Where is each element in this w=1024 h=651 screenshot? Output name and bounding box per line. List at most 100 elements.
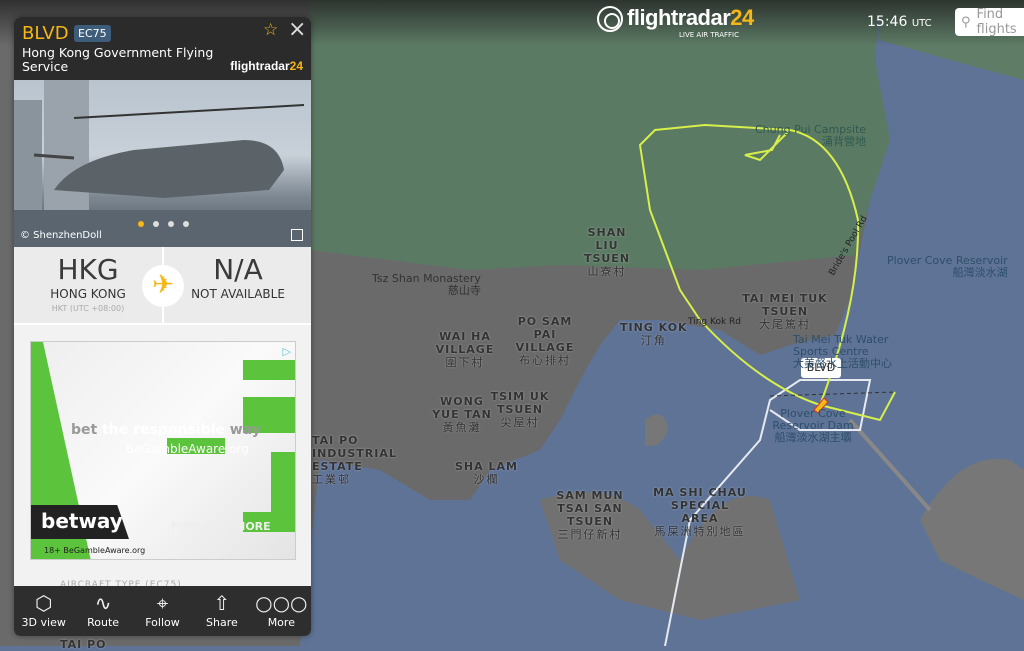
clock-unit: UTC [911, 18, 932, 29]
poi-campsite[interactable]: Chung Pui Campsite 涌背營地 [755, 124, 866, 148]
poi-zh: 大美督水上活動中心 [793, 357, 892, 370]
destination-airport: N/A NOT AVAILABLE [164, 247, 311, 301]
follow-button[interactable]: ⌖ Follow [133, 586, 192, 636]
3d-view-button[interactable]: ⬡ 3D view [14, 586, 73, 636]
place-en: PO SAM PAI VILLAGE [515, 315, 575, 354]
place-label: TAI PO [60, 638, 107, 651]
place-zh: 山寮村 [587, 265, 627, 278]
callsign: BLVD [22, 23, 69, 44]
route-info: HKG HONG KONG HKT (UTC +08:00) N/A NOT A… [14, 247, 311, 325]
favorite-star-lock-icon[interactable]: ☆ [263, 20, 278, 40]
route-button[interactable]: ∿ Route [73, 586, 132, 636]
place-en: TAI MEI TUK TSUEN [742, 292, 828, 318]
destination-city: NOT AVAILABLE [191, 287, 285, 301]
place-label: SAM MUN TSAI SAN TSUEN 三門仔新村 [540, 489, 640, 541]
poi-zh: 涌背營地 [822, 135, 867, 148]
ad-footer: 18+ BeGambleAware.org [44, 546, 146, 555]
place-zh: 尖屋村 [500, 416, 540, 429]
poi-monastery[interactable]: Tsz Shan Monastery 慈山寺 [372, 273, 481, 297]
origin-code: HKG [57, 253, 119, 286]
search-placeholder: Find flights [976, 7, 1017, 37]
poi-zh: 慈山寺 [447, 284, 481, 297]
place-en: WAI HA VILLAGE [435, 330, 495, 356]
tagline: LIVE AIR TRAFFIC [679, 31, 739, 39]
place-zh: 沙欄 [473, 473, 500, 486]
road-label: Ting Kok Rd [688, 317, 741, 327]
place-label: SHA LAM 沙欄 [455, 460, 518, 486]
aircraft-panel: BLVD EC75 Hong Kong Government Flying Se… [14, 17, 311, 636]
origin-city: HONG KONG [50, 287, 126, 301]
place-zh: 工業邨 [312, 473, 351, 486]
advertisement[interactable]: bet the responsible way BeGambleAware.or… [30, 341, 296, 560]
aircraft-code-badge: EC75 [74, 25, 111, 42]
brand-num: 24 [730, 5, 754, 30]
button-label: More [267, 616, 295, 629]
photo-credit: © ShenzhenDoll [20, 230, 102, 241]
place-en: SHAN LIU TSUEN [583, 226, 631, 265]
place-en: TAI PO [60, 638, 107, 651]
place-zh: 黃魚灘 [442, 421, 482, 434]
button-label: Route [87, 616, 120, 629]
destination-code: N/A [213, 253, 263, 286]
aircraft-photo[interactable]: © ShenzhenDoll [14, 80, 311, 247]
search-input[interactable]: ⚲ Find flights [955, 7, 1024, 37]
place-label: TSIM UK TSUEN 尖屋村 [490, 390, 550, 429]
ad-cta-button[interactable]: FIND OUT MORE [171, 520, 271, 533]
place-zh: 馬屎洲特別地區 [654, 525, 746, 538]
place-en: MA SHI CHAU SPECIAL AREA [653, 486, 747, 525]
place-label: SHAN LIU TSUEN 山寮村 [575, 226, 639, 278]
place-en: WONG YUE TAN [432, 395, 492, 421]
ad-tagline-b: the responsible [102, 422, 225, 438]
fr-logo-num: 24 [289, 59, 303, 73]
panel-fr24-logo: flightradar24 [230, 59, 303, 73]
poi-en: Plover Cove Reservoir Dam [772, 407, 854, 432]
flightradar24-logo[interactable]: flightradar24 LIVE AIR TRAFFIC [597, 5, 754, 39]
place-en: TAI PO INDUSTRIAL ESTATE [312, 434, 397, 473]
betway-logo: betway [31, 505, 129, 539]
place-label: WAI HA VILLAGE 圍下村 [435, 330, 495, 369]
place-zh: 圍下村 [445, 356, 485, 369]
follow-icon: ⌖ [156, 591, 169, 615]
poi-en: Tai Mei Tuk Water Sports Centre [793, 333, 889, 358]
share-button[interactable]: ⇧ Share [192, 586, 251, 636]
place-label: PO SAM PAI VILLAGE 布心排村 [505, 315, 585, 367]
place-label: TAI MEI TUK TSUEN 大尾篤村 [740, 292, 830, 331]
ad-tagline: bet the responsible way [71, 422, 261, 438]
place-label: TING KOK 汀角 [620, 321, 688, 347]
origin-timezone: HKT (UTC +08:00) [51, 304, 125, 313]
place-zh: 布心排村 [519, 354, 571, 367]
cube-lock-icon: ⬡ [34, 591, 53, 615]
place-label: WONG YUE TAN 黃魚灘 [432, 395, 492, 434]
share-icon: ⇧ [213, 591, 231, 615]
place-label: MA SHI CHAU SPECIAL AREA 馬屎洲特別地區 [650, 486, 750, 538]
poi-zh: 船灣淡水湖 [952, 266, 1008, 279]
fr-logo-text: flightradar [230, 59, 290, 73]
place-en: TSIM UK TSUEN [490, 390, 550, 416]
place-en: SHA LAM [455, 460, 518, 473]
button-label: Share [206, 616, 238, 629]
poi-zh: 船灣淡水湖主壩 [774, 431, 852, 444]
origin-airport[interactable]: HKG HONG KONG HKT (UTC +08:00) [14, 247, 162, 313]
radar-icon [597, 6, 623, 32]
more-icon: ○○○ [255, 591, 308, 615]
place-zh: 汀角 [640, 334, 667, 347]
clock-time: 15:46 [867, 14, 908, 30]
photo-carousel-dots[interactable] [138, 221, 189, 227]
adchoices-icon[interactable]: ▷ [283, 345, 291, 358]
external-link-icon[interactable] [291, 229, 303, 241]
bottom-toolbar: ⬡ 3D view ∿ Route ⌖ Follow ⇧ Share ○○○ More [14, 586, 311, 636]
place-en: SAM MUN TSAI SAN TSUEN [556, 489, 624, 528]
button-label: 3D view [21, 616, 66, 629]
button-label: Follow [145, 616, 180, 629]
poi-dam[interactable]: Plover Cove Reservoir Dam 船灣淡水湖主壩 [768, 408, 858, 444]
brand-text: flightradar [627, 5, 731, 30]
poi-water-sports[interactable]: Tai Mei Tuk Water Sports Centre 大美督水上活動中心 [793, 334, 893, 370]
route-icon: ∿ [94, 591, 112, 615]
poi-reservoir[interactable]: Plover Cove Reservoir 船灣淡水湖 [887, 255, 1008, 279]
panel-header: BLVD EC75 Hong Kong Government Flying Se… [14, 17, 311, 80]
place-zh: 三門仔新村 [557, 528, 623, 541]
operator-name: Hong Kong Government Flying Service [22, 45, 214, 74]
more-button[interactable]: ○○○ More [252, 586, 311, 636]
close-icon[interactable]: × [288, 17, 306, 42]
utc-clock: 15:46 UTC [867, 14, 932, 30]
